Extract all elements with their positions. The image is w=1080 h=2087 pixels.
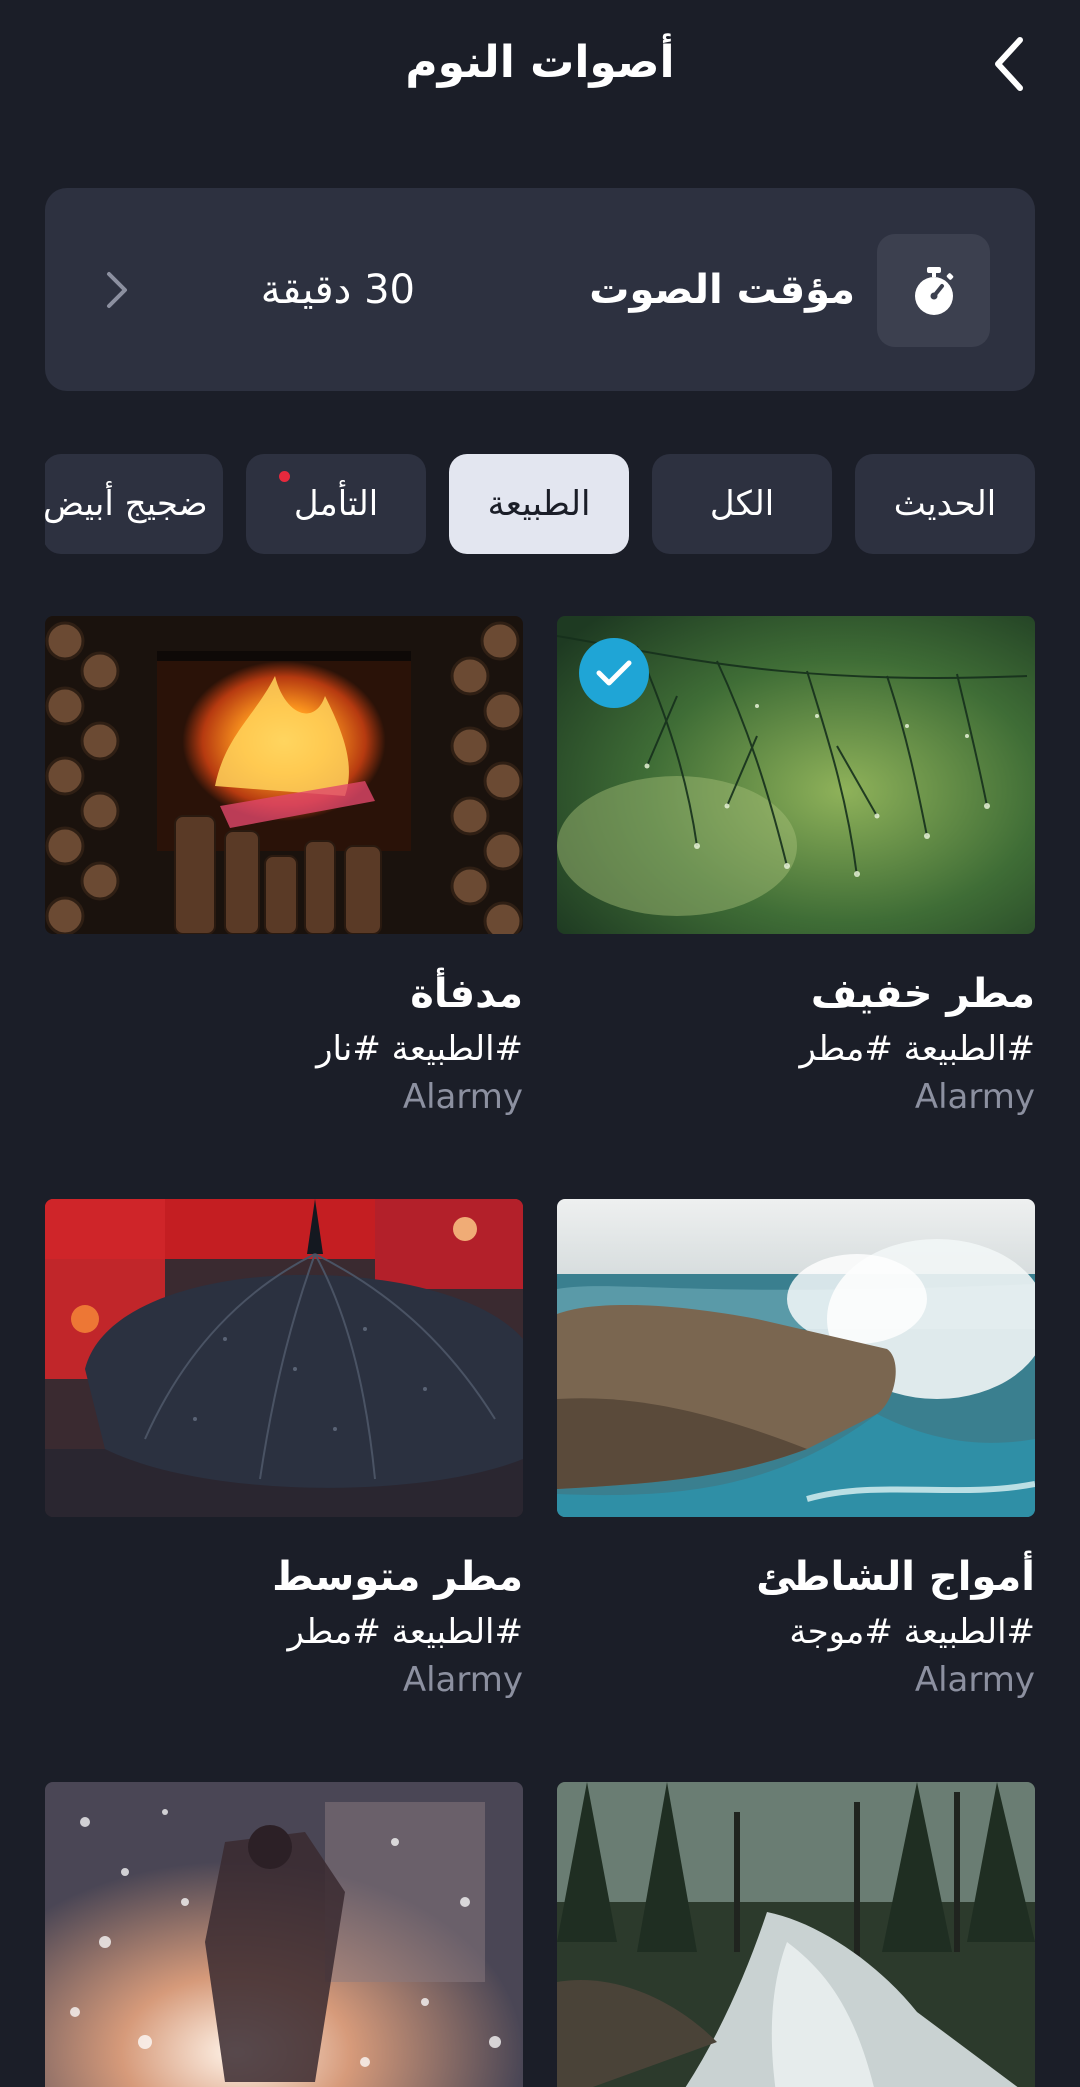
sound-thumbnail (557, 1782, 1035, 2087)
sound-thumbnail (45, 1782, 523, 2087)
timer-label: مؤقت الصوت (589, 267, 855, 313)
chevron-right-icon (107, 272, 127, 308)
selected-check-badge (579, 638, 649, 708)
tab-recent[interactable]: الحديث (855, 454, 1035, 554)
sound-title: مدفأة (410, 971, 523, 1017)
sound-tags: #الطبيعة #مطر (287, 1612, 524, 1652)
sound-thumbnail (557, 616, 1035, 934)
sound-timer-row[interactable]: مؤقت الصوت 30 دقيقة (45, 188, 1035, 391)
sound-card-fireplace[interactable]: مدفأة #الطبيعة #نار Alarmy (45, 616, 523, 1117)
sound-thumbnail (45, 1199, 523, 1517)
sound-card-rainy-night[interactable] (45, 1782, 523, 2087)
sound-author: Alarmy (402, 1077, 523, 1117)
chevron-left-icon (995, 37, 1023, 91)
new-badge-dot (279, 471, 290, 482)
check-icon (596, 660, 632, 686)
category-tabs: الحديث الكل الطبيعة التأمل ضجيج أبيض (45, 454, 1035, 554)
tab-white-noise[interactable]: ضجيج أبيض (45, 454, 223, 554)
sound-card-forest-stream[interactable] (557, 1782, 1035, 2087)
page-title: أصوات النوم (405, 37, 675, 88)
tab-all[interactable]: الكل (652, 454, 832, 554)
tab-nature[interactable]: الطبيعة (449, 454, 629, 554)
tab-label: الكل (709, 484, 775, 524)
sound-tags: #الطبيعة #مطر (799, 1029, 1036, 1069)
tab-label: التأمل (293, 484, 379, 524)
sleep-sounds-screen: أصوات النوم مؤقت الصوت 30 دقيقة الحديث ا… (0, 0, 1080, 2087)
tab-label: الطبيعة (487, 484, 591, 524)
stopwatch-icon (914, 266, 953, 315)
sound-tags: #الطبيعة #موجة (789, 1612, 1035, 1652)
sound-title: مطر متوسط (272, 1554, 523, 1600)
timer-chevron (97, 268, 137, 312)
sound-author: Alarmy (402, 1660, 523, 1700)
sound-title: أمواج الشاطئ (756, 1554, 1035, 1600)
back-button[interactable] (978, 32, 1042, 96)
top-bar: أصوات النوم (0, 0, 1080, 130)
tab-label: ضجيج أبيض (45, 484, 208, 524)
sound-title: مطر خفيف (810, 971, 1035, 1017)
tab-meditation[interactable]: التأمل (246, 454, 426, 554)
sound-tags: #الطبيعة #نار (316, 1029, 523, 1069)
sound-card-light-rain[interactable]: مطر خفيف #الطبيعة #مطر Alarmy (557, 616, 1035, 1117)
sound-author: Alarmy (914, 1077, 1035, 1117)
timer-value: 30 دقيقة (260, 267, 415, 313)
sound-thumbnail (557, 1199, 1035, 1517)
sound-author: Alarmy (914, 1660, 1035, 1700)
sound-thumbnail (45, 616, 523, 934)
sound-card-medium-rain[interactable]: مطر متوسط #الطبيعة #مطر Alarmy (45, 1199, 523, 1700)
timer-icon-box (877, 234, 990, 347)
sound-card-beach-waves[interactable]: أمواج الشاطئ #الطبيعة #موجة Alarmy (557, 1199, 1035, 1700)
tab-label: الحديث (893, 484, 997, 524)
